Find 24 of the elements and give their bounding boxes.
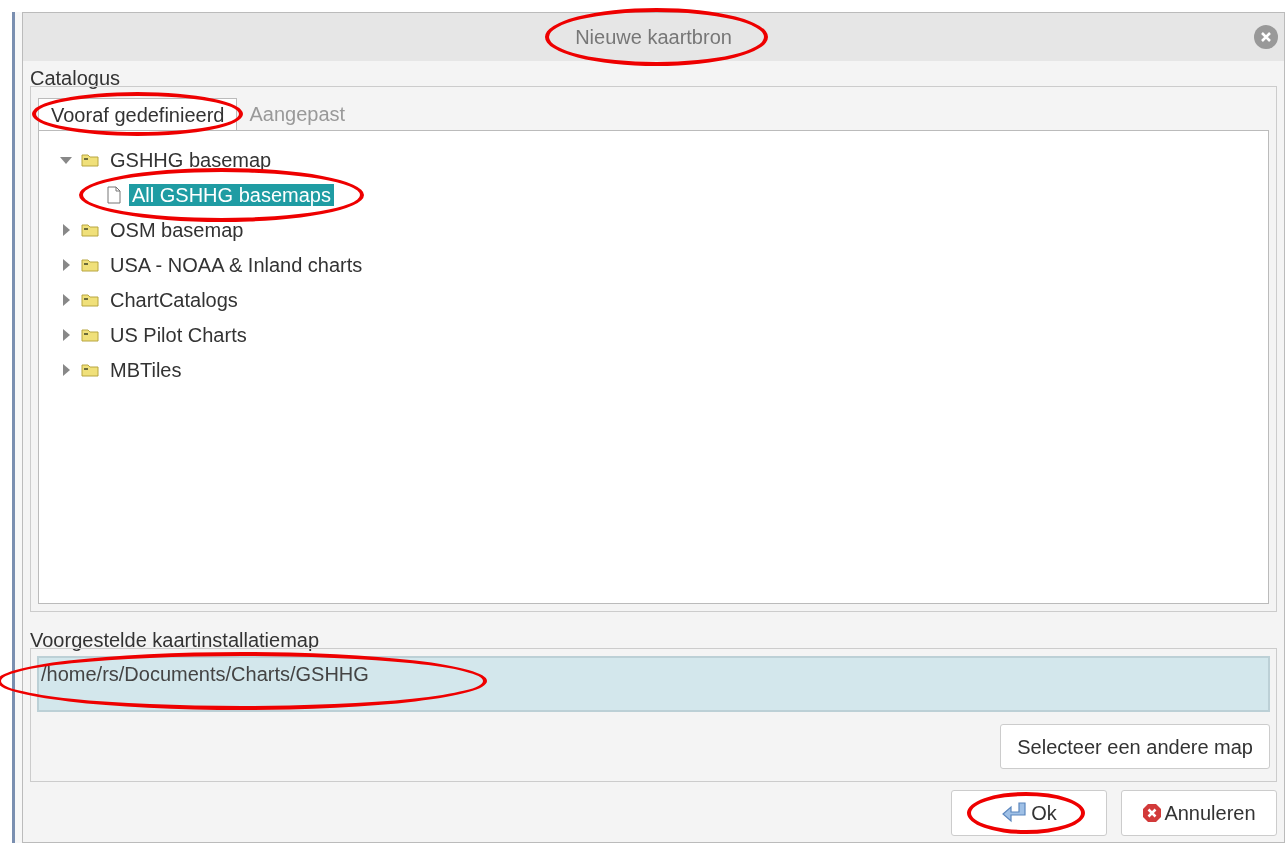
tree-item[interactable]: ChartCatalogs xyxy=(107,288,241,311)
window-title: Nieuwe kaartbron xyxy=(575,26,732,48)
folder-icon xyxy=(81,152,99,167)
cancel-icon xyxy=(1142,803,1163,823)
tree-item[interactable]: MBTiles xyxy=(107,358,185,381)
folder-icon xyxy=(81,292,99,307)
cancel-button[interactable]: Annuleren xyxy=(1121,790,1277,836)
document-icon xyxy=(107,185,121,204)
folder-icon xyxy=(81,327,99,342)
tree-item[interactable]: GSHHG basemap xyxy=(107,148,275,171)
group-label: Catalogus xyxy=(30,67,122,89)
ok-button[interactable]: Ok xyxy=(951,790,1107,836)
tree-item[interactable]: USA - NOAA & Inland charts xyxy=(107,253,366,276)
browse-button[interactable]: Selecteer een andere map xyxy=(1000,724,1270,769)
group-label: Voorgestelde kaartinstallatiemap xyxy=(30,629,321,651)
path-field[interactable]: /home/rs/Documents/Charts/GSHHG xyxy=(37,656,1270,712)
folder-icon xyxy=(81,222,99,237)
close-icon xyxy=(1260,31,1272,43)
close-button[interactable] xyxy=(1254,25,1278,49)
tab[interactable]: Vooraf gedefinieerd xyxy=(38,98,238,130)
folder-icon xyxy=(81,362,99,377)
folder-icon xyxy=(81,257,99,272)
tree-item[interactable]: US Pilot Charts xyxy=(107,323,250,346)
tree-item[interactable]: OSM basemap xyxy=(107,218,247,241)
